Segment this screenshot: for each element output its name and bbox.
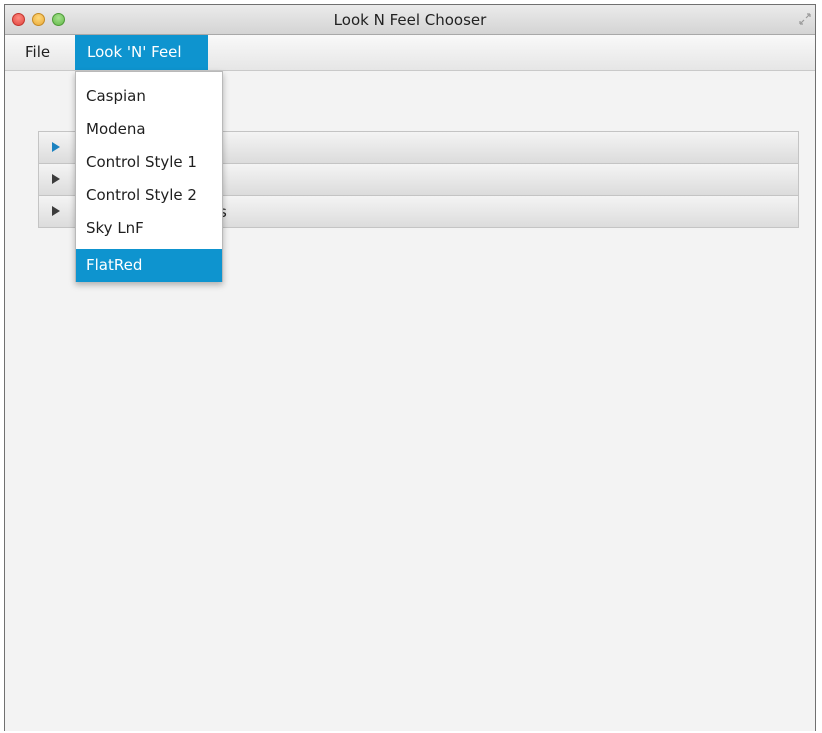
app-window: Look N Feel Chooser File Look 'N' Feel s… — [4, 4, 816, 731]
window-title: Look N Feel Chooser — [333, 11, 487, 29]
look-n-feel-dropdown: Caspian Modena Control Style 1 Control S… — [75, 71, 223, 282]
menu-item-modena[interactable]: Modena — [76, 113, 222, 146]
fullscreen-arrows-icon[interactable] — [799, 13, 811, 25]
menu-bar: File Look 'N' Feel — [5, 35, 815, 71]
menu-file[interactable]: File — [13, 35, 62, 70]
triangle-right-icon — [52, 174, 60, 184]
menu-item-sky-lnf[interactable]: Sky LnF — [76, 212, 222, 245]
title-bar[interactable]: Look N Feel Chooser — [5, 5, 815, 35]
menu-item-control-style-1[interactable]: Control Style 1 — [76, 146, 222, 179]
menu-look-n-feel[interactable]: Look 'N' Feel — [75, 35, 208, 70]
triangle-right-icon — [52, 206, 60, 216]
menu-item-caspian[interactable]: Caspian — [76, 80, 222, 113]
triangle-right-icon — [52, 142, 60, 152]
menu-item-flatred[interactable]: FlatRed — [76, 249, 222, 282]
menu-item-control-style-2[interactable]: Control Style 2 — [76, 179, 222, 212]
